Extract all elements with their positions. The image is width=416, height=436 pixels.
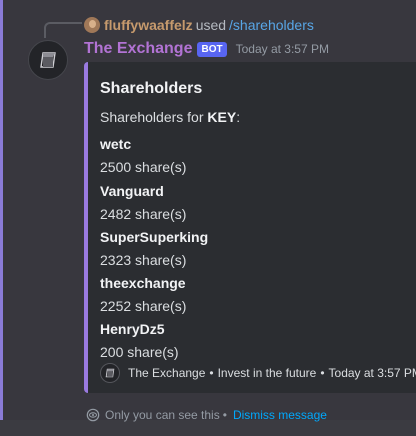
shareholder-field: theexchange 2252 share(s) xyxy=(100,274,186,316)
field-name: wetc xyxy=(100,136,132,152)
footer-icon xyxy=(100,363,120,383)
dismiss-message-link[interactable]: Dismiss message xyxy=(233,408,327,422)
embed-card: Shareholders Shareholders for KEY: wetc … xyxy=(84,62,416,393)
user-avatar[interactable] xyxy=(84,17,100,33)
field-name: theexchange xyxy=(100,275,186,291)
field-name: HenryDz5 xyxy=(100,321,165,337)
reply-connector xyxy=(44,22,82,38)
shareholder-field: wetc 2500 share(s) xyxy=(100,135,186,177)
field-value: 200 share(s) xyxy=(100,344,179,360)
field-value: 2252 share(s) xyxy=(100,298,187,314)
field-value: 2482 share(s) xyxy=(100,206,187,222)
notice-separator: • xyxy=(222,408,227,422)
message-accent-bar xyxy=(0,0,3,420)
embed-footer: The Exchange • Invest in the future • To… xyxy=(100,363,416,383)
footer-separator: • xyxy=(209,366,214,380)
cube-logo-icon xyxy=(105,368,115,378)
shareholder-field: SuperSuperking 2323 share(s) xyxy=(100,228,208,270)
cube-logo-icon xyxy=(40,52,56,68)
shareholder-field: Vanguard 2482 share(s) xyxy=(100,182,186,224)
field-name: Vanguard xyxy=(100,183,164,199)
command-link[interactable]: /shareholders xyxy=(229,17,314,33)
description-suffix: : xyxy=(236,109,241,125)
message-timestamp[interactable]: Today at 3:57 PM xyxy=(236,42,329,56)
bot-badge: BOT xyxy=(197,41,227,57)
footer-timestamp: Today at 3:57 PM xyxy=(328,366,416,380)
reply-username[interactable]: fluffywaaffelz xyxy=(104,17,193,33)
field-name: SuperSuperking xyxy=(100,229,209,245)
field-value: 2500 share(s) xyxy=(100,159,187,175)
author-name[interactable]: The Exchange xyxy=(84,40,192,58)
description-key: KEY xyxy=(207,109,237,125)
used-text: used xyxy=(195,17,227,33)
footer-tagline: Invest in the future xyxy=(217,366,317,380)
message-header: The Exchange BOT Today at 3:57 PM xyxy=(84,39,329,59)
ephemeral-notice: Only you can see this • Dismiss message xyxy=(86,408,327,422)
embed-description: Shareholders for KEY: xyxy=(100,109,240,125)
only-you-text: Only you can see this xyxy=(105,408,220,422)
eye-icon xyxy=(86,408,100,422)
shareholder-field: HenryDz5 200 share(s) xyxy=(100,320,179,362)
footer-separator: • xyxy=(320,366,325,380)
field-value: 2323 share(s) xyxy=(100,252,187,268)
description-prefix: Shareholders for xyxy=(100,109,204,125)
command-usage-line: fluffywaaffelz used /shareholders xyxy=(84,16,314,34)
embed-title: Shareholders xyxy=(100,80,203,97)
footer-author: The Exchange xyxy=(128,366,206,380)
bot-avatar[interactable] xyxy=(28,40,68,80)
